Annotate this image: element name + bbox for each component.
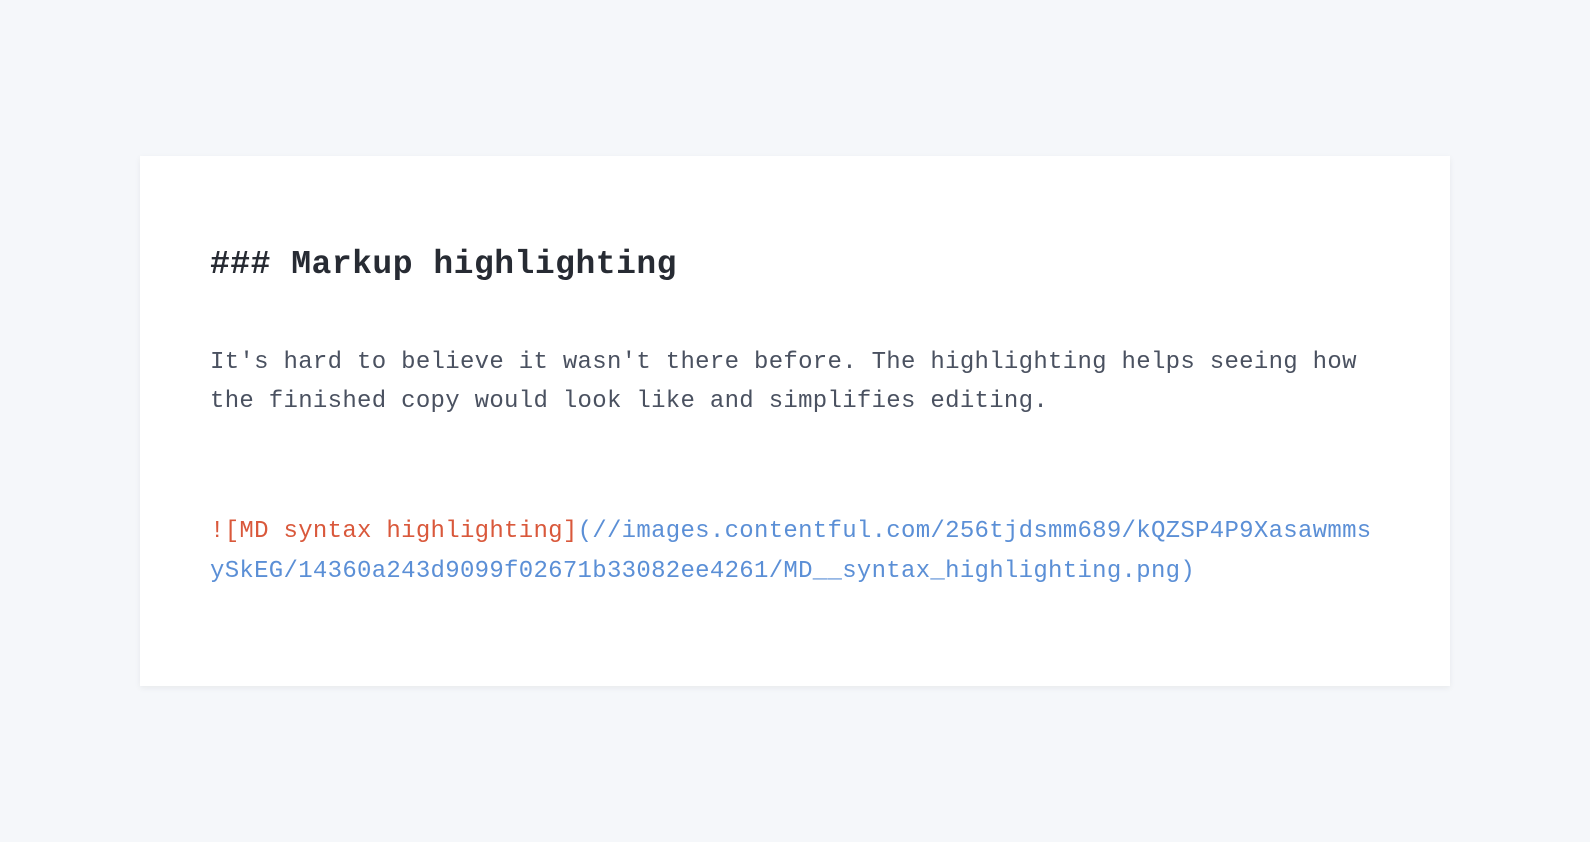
markdown-image-alt: ![MD syntax highlighting] bbox=[210, 518, 578, 545]
markdown-image-syntax: ![MD syntax highlighting](//images.conte… bbox=[210, 512, 1380, 591]
editor-card: ### Markup highlighting It's hard to bel… bbox=[140, 156, 1450, 686]
markdown-heading: ### Markup highlighting bbox=[210, 246, 1380, 283]
markdown-paragraph: It's hard to believe it wasn't there bef… bbox=[210, 343, 1380, 422]
